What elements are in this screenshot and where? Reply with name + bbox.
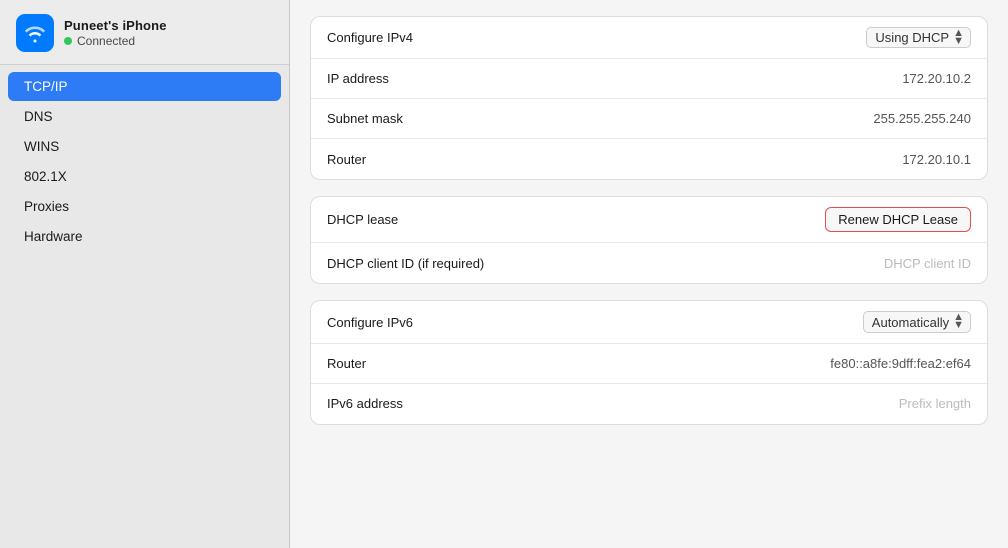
chevron-icon-ipv6: ▲ ▼ (953, 314, 964, 329)
label-ip-address: IP address (327, 71, 389, 86)
configure-ipv6-value: Automatically (872, 315, 949, 330)
sidebar-item-tcpip[interactable]: TCP/IP (8, 72, 281, 101)
sidebar-nav: TCP/IP DNS WINS 802.1X Proxies Hardware (0, 65, 289, 548)
configure-ipv4-value: Using DHCP (875, 30, 949, 45)
value-ip-address: 172.20.10.2 (902, 71, 971, 86)
value-router-ipv6: fe80::a8fe:9dff:fea2:ef64 (830, 356, 971, 371)
renew-dhcp-lease-button[interactable]: Renew DHCP Lease (825, 207, 971, 232)
row-dhcp-client-id: DHCP client ID (if required) DHCP client… (311, 243, 987, 283)
row-dhcp-lease: DHCP lease Renew DHCP Lease (311, 197, 987, 243)
sidebar-item-proxies[interactable]: Proxies (8, 192, 281, 221)
section-ipv4: Configure IPv4 Using DHCP ▲ ▼ IP address… (310, 16, 988, 180)
value-prefix-length: Prefix length (899, 396, 971, 411)
sidebar: Puneet's iPhone Connected TCP/IP DNS WIN… (0, 0, 290, 548)
value-router: 172.20.10.1 (902, 152, 971, 167)
value-dhcp-client-id: DHCP client ID (884, 256, 971, 271)
sidebar-item-wins[interactable]: WINS (8, 132, 281, 161)
device-info: Puneet's iPhone Connected (64, 18, 167, 48)
main-content: Configure IPv4 Using DHCP ▲ ▼ IP address… (290, 0, 1008, 548)
label-dhcp-lease: DHCP lease (327, 212, 398, 227)
row-router: Router 172.20.10.1 (311, 139, 987, 179)
sidebar-item-hardware[interactable]: Hardware (8, 222, 281, 251)
label-configure-ipv4: Configure IPv4 (327, 30, 413, 45)
label-configure-ipv6: Configure IPv6 (327, 315, 413, 330)
connection-status: Connected (64, 34, 167, 48)
label-subnet-mask: Subnet mask (327, 111, 403, 126)
row-router-ipv6: Router fe80::a8fe:9dff:fea2:ef64 (311, 344, 987, 384)
row-ip-address: IP address 172.20.10.2 (311, 59, 987, 99)
label-ipv6-address: IPv6 address (327, 396, 403, 411)
configure-ipv6-select[interactable]: Automatically ▲ ▼ (863, 311, 971, 332)
sidebar-item-dns[interactable]: DNS (8, 102, 281, 131)
sidebar-item-8021x[interactable]: 802.1X (8, 162, 281, 191)
label-dhcp-client-id: DHCP client ID (if required) (327, 256, 484, 271)
section-dhcp: DHCP lease Renew DHCP Lease DHCP client … (310, 196, 988, 284)
device-name: Puneet's iPhone (64, 18, 167, 33)
status-dot (64, 37, 72, 45)
section-ipv6: Configure IPv6 Automatically ▲ ▼ Router … (310, 300, 988, 424)
label-router: Router (327, 152, 366, 167)
row-ipv6-address: IPv6 address Prefix length (311, 384, 987, 424)
label-router-ipv6: Router (327, 356, 366, 371)
sidebar-header: Puneet's iPhone Connected (0, 0, 289, 65)
row-configure-ipv6: Configure IPv6 Automatically ▲ ▼ (311, 301, 987, 343)
status-text: Connected (77, 34, 135, 48)
chevron-icon: ▲ ▼ (953, 30, 964, 45)
value-subnet-mask: 255.255.255.240 (873, 111, 971, 126)
row-configure-ipv4: Configure IPv4 Using DHCP ▲ ▼ (311, 17, 987, 59)
configure-ipv4-select[interactable]: Using DHCP ▲ ▼ (866, 27, 971, 48)
row-subnet-mask: Subnet mask 255.255.255.240 (311, 99, 987, 139)
wifi-icon (16, 14, 54, 52)
